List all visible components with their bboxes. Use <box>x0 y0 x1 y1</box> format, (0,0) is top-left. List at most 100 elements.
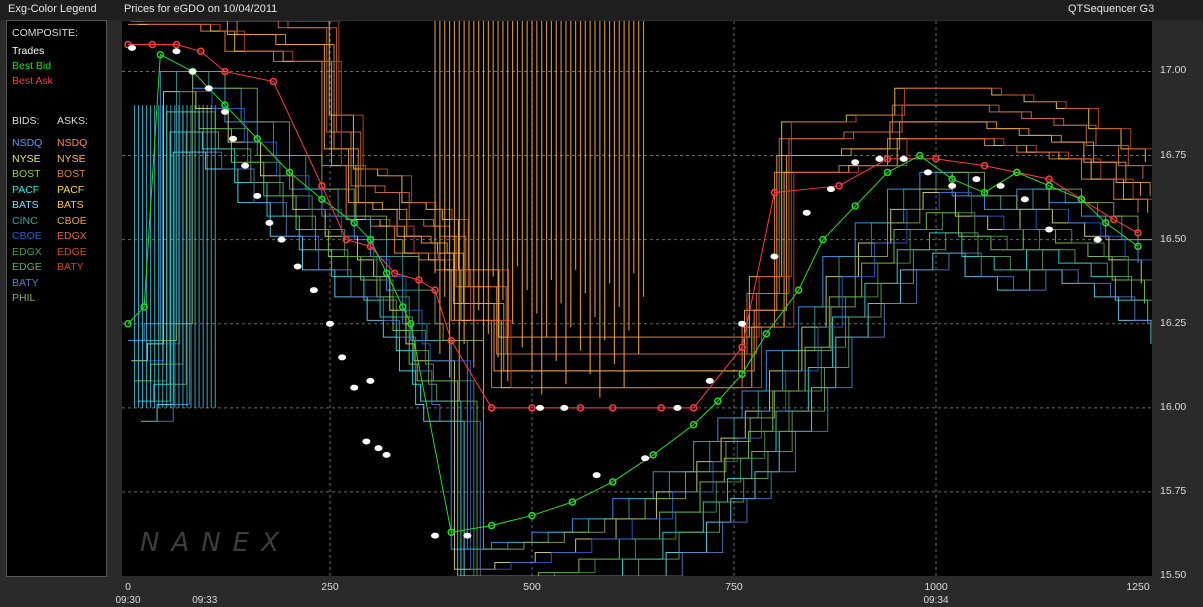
y-tick-label: 16.25 <box>1160 316 1187 329</box>
trade-point <box>972 176 981 183</box>
legend-bid-cinc: CINC <box>12 214 38 227</box>
legend-ask-cboe: CBOE <box>57 214 87 227</box>
legend-ask-bats: BATS <box>57 199 84 211</box>
trade-point <box>362 438 371 445</box>
trade-point <box>128 44 137 51</box>
trade-point <box>826 186 835 193</box>
x-tick-label: 1250 <box>1126 581 1150 593</box>
ask-quote-line <box>135 21 1146 338</box>
trade-point <box>592 472 601 479</box>
bid-quote-line <box>147 91 1152 570</box>
trade-point <box>366 377 375 384</box>
legend-bid-edge: EDGE <box>12 261 42 273</box>
trade-point <box>277 236 286 243</box>
legend-bid-bost: BOST <box>12 168 41 180</box>
bid-quote-line <box>144 70 1152 550</box>
legend-bid-nyse: NYSE <box>12 152 41 165</box>
legend-bid-phil: PHIL <box>12 292 36 304</box>
legend-ask-edge: EDGE <box>57 245 87 258</box>
legend-composite-best-ask: Best Ask <box>12 75 53 87</box>
composite-header: COMPOSITE: <box>12 27 78 39</box>
title-bar: Exg-Color Legend Prices for eGDO on 10/0… <box>0 0 1203 20</box>
trade-point <box>229 135 238 142</box>
trade-point <box>923 169 932 176</box>
ask-quote-line <box>147 23 1152 389</box>
trade-point <box>1093 236 1102 243</box>
chart-plot-area <box>122 21 1152 576</box>
time-label: 09:30 <box>115 595 141 606</box>
price-chart <box>122 21 1152 576</box>
ask-quote-line <box>132 21 1144 355</box>
x-tick-label: 0 <box>125 581 131 593</box>
x-tick-label: 250 <box>321 581 339 593</box>
trade-point <box>172 48 181 55</box>
x-tick-label: 500 <box>523 581 541 593</box>
trade-point <box>536 404 545 411</box>
y-tick-label: 16.50 <box>1160 232 1187 245</box>
legend-bid-cboe: CBOE <box>12 230 42 242</box>
legend-ask-edgx: EDGX <box>57 230 87 242</box>
legend-ask-bost: BOST <box>57 168 86 180</box>
legend-ask-baty: BATY <box>57 261 84 273</box>
trade-point <box>899 155 908 162</box>
trade-point <box>253 192 262 199</box>
trade-point <box>851 159 860 166</box>
x-tick-label: 1000 <box>924 581 948 593</box>
chart-title: Prices for eGDO on 10/04/2011 <box>124 3 278 15</box>
trade-point <box>673 404 682 411</box>
trade-point <box>996 182 1005 189</box>
exchange-color-legend: COMPOSITE: BIDS: ASKS: Trades Best Bid Bes… <box>6 20 107 577</box>
trade-point <box>309 287 318 294</box>
legend-title: Exg-Color Legend <box>8 3 97 15</box>
trade-point <box>1045 226 1054 233</box>
bid-quote-line <box>128 70 1139 550</box>
trade-point <box>738 320 747 327</box>
y-tick-label: 16.75 <box>1160 148 1187 161</box>
legend-bid-pacf: PACF <box>12 183 40 196</box>
trade-point <box>948 182 957 189</box>
trade-point <box>1020 196 1029 203</box>
bid-quote-line <box>160 70 1152 550</box>
legend-bid-bats: BATS <box>12 199 39 211</box>
time-label: 09:34 <box>923 595 949 606</box>
asks-header: ASKS: <box>57 115 88 127</box>
trade-point <box>641 455 650 462</box>
bid-quote-line <box>134 111 1145 576</box>
trade-point <box>204 85 213 92</box>
trade-point <box>265 219 274 226</box>
trade-point <box>338 354 347 361</box>
ask-quote-line <box>137 23 1149 389</box>
y-tick-label: 17.00 <box>1160 64 1187 77</box>
ask-quote-line <box>128 23 1139 389</box>
legend-composite-trades: Trades <box>12 45 45 57</box>
trade-point <box>350 384 359 391</box>
trade-point <box>463 532 472 539</box>
y-tick-label: 15.50 <box>1160 569 1187 581</box>
legend-bid-baty: BATY <box>12 276 39 289</box>
trade-point <box>560 404 569 411</box>
app-name: QTSequencer G3 <box>1068 3 1155 15</box>
legend-ask-nyse: NYSE <box>57 152 86 165</box>
legend-ask-pacf: PACF <box>57 183 85 196</box>
trade-point <box>326 320 334 327</box>
trade-point <box>705 377 714 384</box>
bids-header: BIDS: <box>12 115 40 127</box>
y-tick-label: 16.00 <box>1160 400 1187 413</box>
series-line-best-ask <box>128 44 1139 409</box>
trade-point <box>293 263 302 270</box>
trade-point <box>374 445 383 452</box>
trade-point <box>875 155 884 162</box>
watermark: NANEX <box>140 528 291 558</box>
legend-composite-best-bid: Best Bid <box>12 60 52 72</box>
trade-point <box>382 451 391 458</box>
legend-ask-nsdq: NSDQ <box>57 137 88 149</box>
legend-bid-edgx: EDGX <box>12 245 42 258</box>
trade-point <box>241 162 250 169</box>
time-label: 09:33 <box>192 595 218 606</box>
trade-point <box>188 68 197 75</box>
trade-point <box>770 253 779 260</box>
x-tick-label: 750 <box>725 581 743 593</box>
trade-point <box>220 108 229 115</box>
trade-point <box>802 209 811 216</box>
legend-bid-nsdq: NSDQ <box>12 137 43 149</box>
